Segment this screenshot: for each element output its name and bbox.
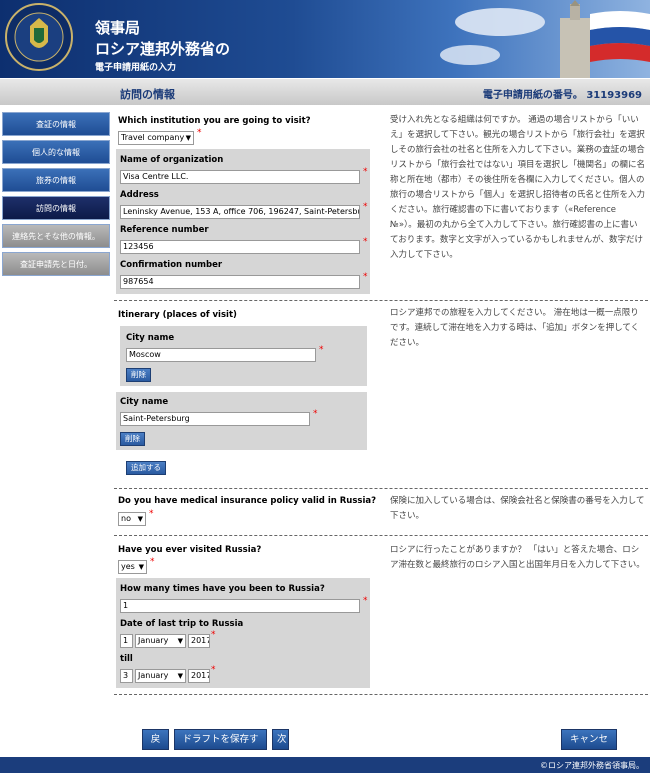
sidebar-item-application-place-date[interactable]: 査証申請先と日付。: [2, 252, 110, 276]
sidebar-item-passport-info[interactable]: 旅券の情報: [2, 168, 110, 192]
cancel-button[interactable]: キャンセル: [561, 729, 617, 764]
institution-type-value: Travel company: [121, 133, 185, 142]
required-marker: *: [197, 128, 202, 138]
last-trip-month-value: January: [138, 636, 169, 645]
last-trip-label: Date of last trip to Russia: [120, 619, 244, 629]
till-year-input[interactable]: 2017: [188, 669, 210, 683]
section-divider: [114, 694, 648, 695]
sidebar-item-contact-info[interactable]: 連絡先とそな他の情報。: [2, 224, 110, 248]
chevron-down-icon: ▼: [137, 515, 143, 523]
institution-help-text: 受け入れ先となる組織は何ですか。 通過の場合リストから「いいえ」を選択して下さい…: [390, 115, 646, 260]
section-divider: [114, 488, 648, 489]
visited-help-text: ロシアに行ったことがありますか？ 「はい」と答えた場合、ロシア滞在数と最終旅行の…: [390, 545, 645, 570]
city-name-label: City name: [126, 333, 175, 343]
header-title-line3: 電子申請用紙の入力: [95, 63, 177, 73]
insurance-value: no: [121, 514, 131, 523]
chevron-down-icon: ▼: [138, 563, 144, 571]
institution-question: Which institution you are going to visit…: [118, 116, 311, 126]
city-input-1[interactable]: Moscow: [126, 348, 316, 362]
till-month-select[interactable]: January ▼: [135, 669, 186, 683]
till-label: till: [120, 654, 133, 664]
visited-question: Have you ever visited Russia?: [118, 545, 262, 555]
back-button[interactable]: 戻る: [142, 729, 169, 764]
address-label: Address: [120, 190, 159, 200]
next-button[interactable]: 次: [272, 729, 289, 750]
insurance-help-text: 保険に加入している場合は、保険会社名と保険書の番号を入力して下さい。: [390, 496, 645, 521]
times-visited-input[interactable]: 1: [120, 599, 360, 613]
required-marker: *: [319, 345, 324, 355]
required-marker: *: [313, 409, 318, 419]
header-title-line1: 領事局: [95, 19, 141, 37]
required-marker: *: [363, 237, 368, 247]
visited-select[interactable]: yes ▼: [118, 560, 147, 574]
address-input[interactable]: Leninsky Avenue, 153 A, office 706, 1962…: [120, 205, 360, 219]
add-city-button[interactable]: 追加する: [126, 461, 166, 475]
required-marker: *: [363, 202, 368, 212]
till-day-input[interactable]: 3: [120, 669, 133, 683]
page-title-bar: 訪問の情報 電子申請用紙の番号。 31193969: [0, 78, 650, 105]
header-banner: 領事局 ロシア連邦外務省の 電子申請用紙の入力: [0, 0, 650, 78]
required-marker: *: [363, 272, 368, 282]
sidebar-item-personal-info[interactable]: 個人的な情報: [2, 140, 110, 164]
institution-type-select[interactable]: Travel company ▼: [118, 131, 194, 145]
required-marker: *: [363, 167, 368, 177]
chevron-down-icon: ▼: [185, 134, 191, 142]
last-trip-month-select[interactable]: January ▼: [135, 634, 186, 648]
sidebar-item-visit-info[interactable]: 訪問の情報: [2, 196, 110, 220]
required-marker: *: [211, 665, 216, 675]
required-marker: *: [363, 596, 368, 606]
header-title-line2: ロシア連邦外務省の: [95, 40, 231, 58]
form-number: 電子申請用紙の番号。 31193969: [482, 90, 642, 101]
itinerary-label: Itinerary (places of visit): [118, 310, 237, 320]
reference-number-label: Reference number: [120, 225, 209, 235]
chevron-down-icon: ▼: [177, 672, 183, 680]
city-name-label: City name: [120, 397, 169, 407]
insurance-select[interactable]: no ▼: [118, 512, 146, 526]
last-trip-day-input[interactable]: 1: [120, 634, 133, 648]
till-month-value: January: [138, 671, 169, 680]
confirmation-number-label: Confirmation number: [120, 260, 223, 270]
org-name-input[interactable]: Visa Centre LLC.: [120, 170, 360, 184]
section-divider: [114, 300, 648, 301]
section-divider: [114, 535, 648, 536]
copyright-text: ©ロシア連邦外務省領事局。: [540, 761, 644, 770]
page-title: 訪問の情報: [120, 88, 175, 101]
sidebar-item-visa-info[interactable]: 査証の情報: [2, 112, 110, 136]
confirmation-number-input[interactable]: 987654: [120, 275, 360, 289]
delete-city-button-1[interactable]: 削除: [126, 368, 151, 382]
times-visited-label: How many times have you been to Russia?: [120, 584, 325, 594]
insurance-question: Do you have medical insurance policy val…: [118, 496, 377, 506]
chevron-down-icon: ▼: [177, 637, 183, 645]
org-name-label: Name of organization: [120, 155, 224, 165]
itinerary-help-text: ロシア連邦での旅程を入力してください。 滞在地は一概一点限りです。連続して滞在地…: [390, 308, 640, 348]
visited-value: yes: [121, 562, 135, 571]
city-input-2[interactable]: Saint-Petersburg: [120, 412, 310, 426]
save-draft-button[interactable]: ドラフトを保存する: [174, 729, 267, 764]
required-marker: *: [149, 509, 154, 519]
required-marker: *: [211, 630, 216, 640]
flag-and-tower-image: [440, 0, 650, 78]
ministry-emblem-icon: [5, 3, 73, 71]
required-marker: *: [150, 557, 155, 567]
delete-city-button-2[interactable]: 削除: [120, 432, 145, 446]
last-trip-year-input[interactable]: 2017: [188, 634, 210, 648]
reference-number-input[interactable]: 123456: [120, 240, 360, 254]
footer: ©ロシア連邦外務省領事局。: [0, 757, 650, 773]
